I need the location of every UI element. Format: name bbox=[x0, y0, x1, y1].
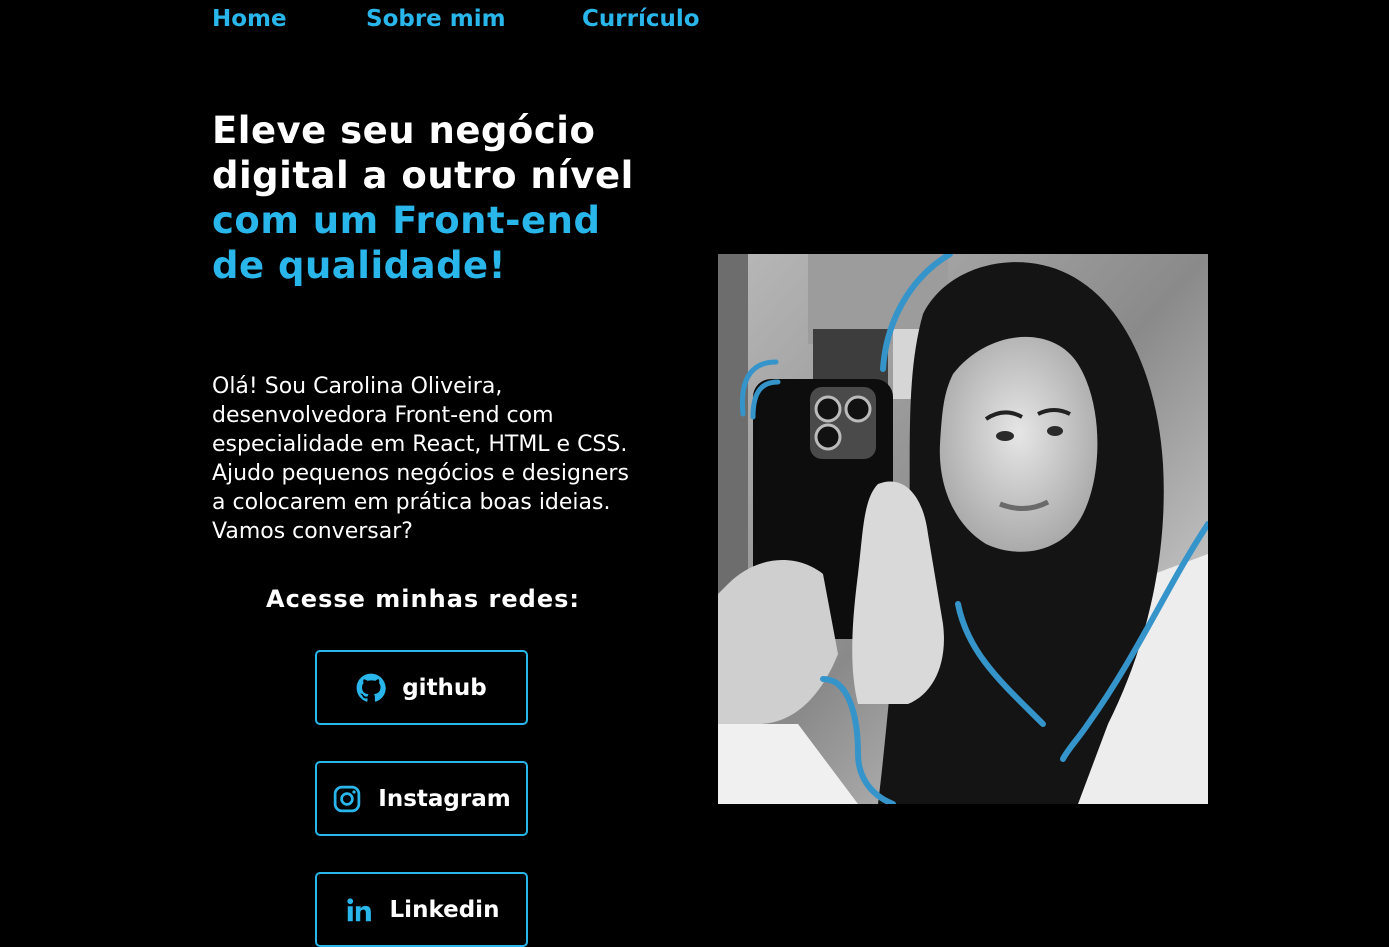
hero-intro-text: Olá! Sou Carolina Oliveira, desenvolvedo… bbox=[212, 374, 629, 544]
main-nav: Home Sobre mim Currículo bbox=[212, 6, 700, 32]
hero-headline: Eleve seu negócio digital a outro nível … bbox=[212, 108, 652, 288]
instagram-icon bbox=[332, 784, 362, 814]
nav-sobre-link[interactable]: Sobre mim bbox=[366, 6, 582, 32]
linkedin-button[interactable]: Linkedin bbox=[315, 872, 528, 947]
github-button[interactable]: github bbox=[315, 650, 528, 725]
linkedin-label: Linkedin bbox=[389, 896, 500, 923]
nav-home-link[interactable]: Home bbox=[212, 6, 366, 32]
headline-white-text: Eleve seu negócio digital a outro nível bbox=[212, 109, 634, 197]
instagram-button[interactable]: Instagram bbox=[315, 761, 528, 836]
linkedin-icon bbox=[344, 895, 374, 925]
profile-photo bbox=[718, 254, 1208, 804]
github-icon bbox=[356, 673, 386, 703]
instagram-label: Instagram bbox=[378, 785, 511, 812]
headline-accent-text: com um Front-end de qualidade! bbox=[212, 199, 601, 287]
nav-curriculo-link[interactable]: Currículo bbox=[582, 6, 700, 32]
social-section-title: Acesse minhas redes: bbox=[266, 585, 580, 613]
github-label: github bbox=[402, 674, 487, 701]
